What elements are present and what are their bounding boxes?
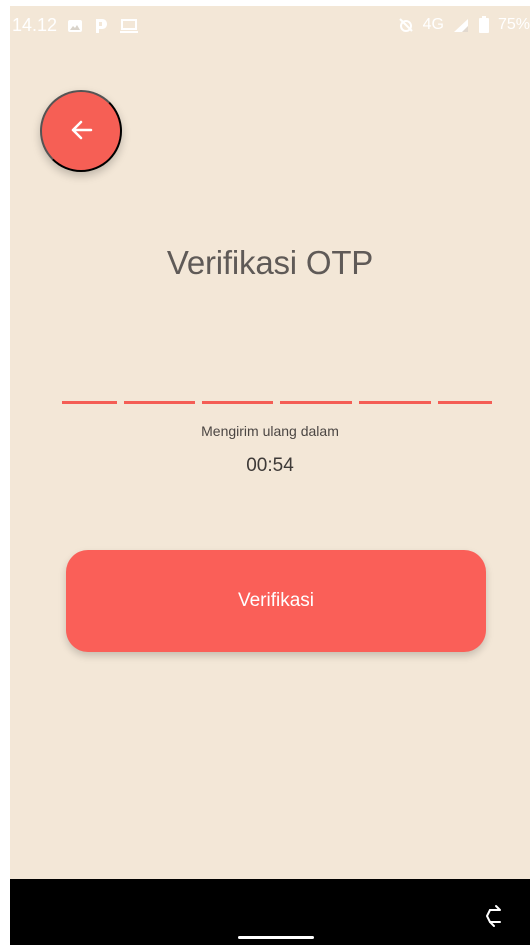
signal-icon [452,17,470,33]
status-bar: 14.12 4G 75% [10,6,530,44]
status-right: 4G 75% [397,16,530,34]
rotate-icon[interactable] [482,903,508,929]
home-indicator[interactable] [238,936,314,939]
otp-digit-3[interactable] [202,376,273,404]
laptop-icon [119,18,139,34]
parking-icon [93,17,109,35]
status-time: 14.12 [12,15,58,35]
otp-digit-5[interactable] [359,376,431,404]
network-label: 4G [422,16,444,33]
arrow-left-icon [66,115,96,148]
page-title: Verifikasi OTP [166,244,374,281]
resend-label: Mengirim ulang dalam [201,423,339,439]
otp-screen: 14.12 4G 75% Verifikasi OTP Mengirim ula… [10,6,530,945]
otp-digit-6[interactable] [438,376,492,404]
alarm-off-icon [397,16,415,34]
system-navigation-bar [10,879,530,945]
battery-percentage: 75% [497,16,530,33]
otp-digit-1[interactable] [62,376,117,404]
verify-button[interactable]: Verifikasi [66,550,486,652]
otp-input-group [62,376,492,404]
otp-digit-2[interactable] [124,376,195,404]
image-icon [67,19,83,33]
battery-icon [478,16,490,34]
resend-countdown: 00:54 [246,455,294,476]
status-left: 14.12 [12,15,139,36]
back-button[interactable] [40,90,122,172]
otp-digit-4[interactable] [280,376,352,404]
